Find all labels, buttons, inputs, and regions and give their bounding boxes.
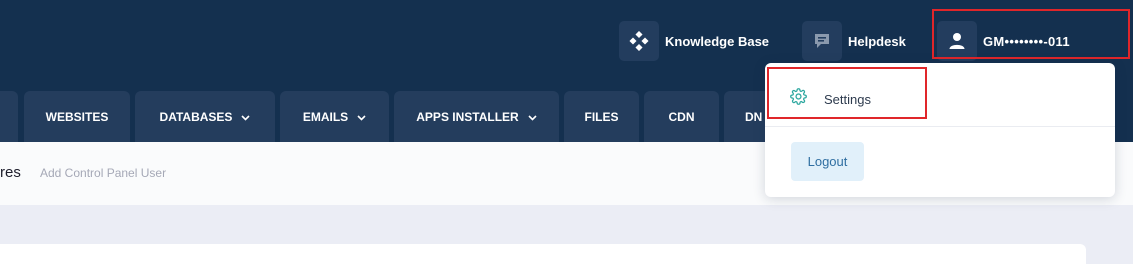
tab-files-label: FILES [584, 109, 619, 124]
knowledge-base-link[interactable]: Knowledge Base [619, 21, 769, 61]
tab-apps-installer[interactable]: APPS INSTALLER [394, 91, 559, 142]
chevron-down-icon [357, 110, 366, 124]
user-menu-highlight [932, 9, 1130, 59]
chevron-down-icon [241, 110, 251, 124]
tab-apps-installer-label: APPS INSTALLER [416, 109, 519, 124]
logout-label: Logout [807, 154, 848, 169]
page-title: res [0, 164, 21, 181]
settings-highlight [767, 67, 927, 119]
tab-databases[interactable]: DATABASES [135, 91, 275, 142]
tab-databases-label: DATABASES [159, 109, 233, 124]
tab-websites[interactable]: WEBSITES [24, 91, 130, 142]
tab-cdn-label: CDN [668, 109, 695, 124]
tab-files[interactable]: FILES [564, 91, 639, 142]
helpdesk-label: Helpdesk [848, 33, 906, 49]
page-subtitle[interactable]: Add Control Panel User [40, 166, 166, 180]
content-card [0, 244, 1086, 264]
tab-emails-label: EMAILS [302, 109, 349, 124]
helpdesk-link[interactable]: Helpdesk [802, 21, 906, 61]
tab-emails[interactable]: EMAILS [280, 91, 389, 142]
logout-button[interactable]: Logout [791, 142, 864, 181]
tab-dns-label: DN [745, 109, 763, 124]
knowledge-base-label: Knowledge Base [665, 33, 770, 49]
tab-cdn[interactable]: CDN [644, 91, 719, 142]
nav-tab-partial[interactable] [0, 91, 18, 142]
menu-divider [765, 126, 1115, 127]
knowledge-base-icon [619, 21, 659, 61]
chevron-down-icon [528, 110, 537, 124]
tab-websites-label: WEBSITES [45, 109, 109, 124]
chat-bubble-icon [802, 21, 842, 61]
